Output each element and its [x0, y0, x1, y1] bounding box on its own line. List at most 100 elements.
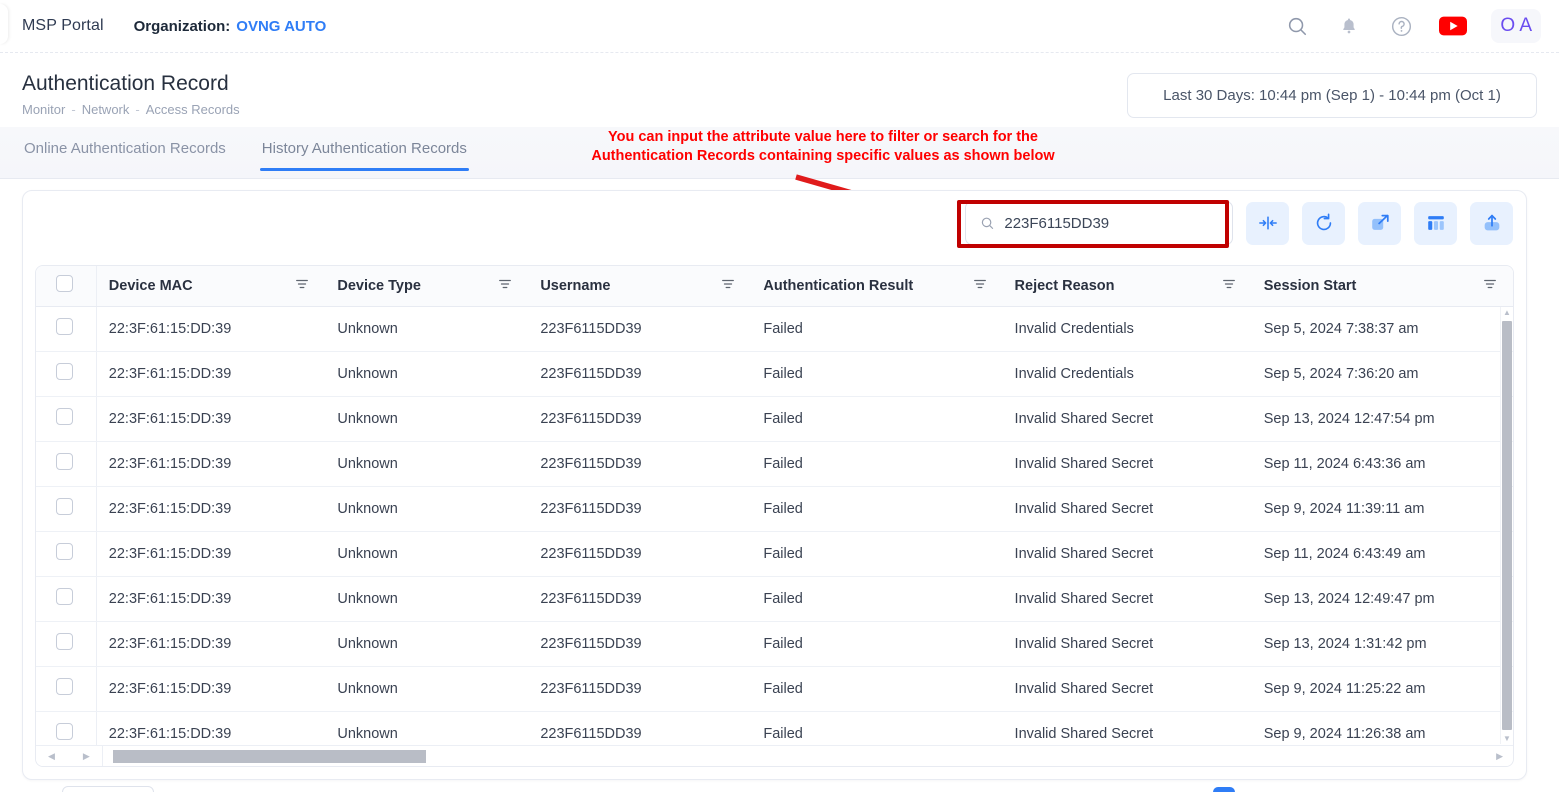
table-row[interactable]: 22:3F:61:15:DD:39Unknown223F6115DD39Fail… [36, 666, 1513, 711]
table-row[interactable]: 22:3F:61:15:DD:39Unknown223F6115DD39Fail… [36, 351, 1513, 396]
cell-session_start: Sep 13, 2024 1:31:42 pm [1252, 621, 1513, 666]
scroll-right-arrow-icon[interactable]: ▶ [83, 751, 90, 762]
export-button[interactable] [1470, 202, 1513, 245]
table-row[interactable]: 22:3F:61:15:DD:39Unknown223F6115DD39Fail… [36, 441, 1513, 486]
row-select-cell [36, 351, 96, 396]
table-row[interactable]: 22:3F:61:15:DD:39Unknown223F6115DD39Fail… [36, 576, 1513, 621]
table-row[interactable]: 22:3F:61:15:DD:39Unknown223F6115DD39Fail… [36, 396, 1513, 441]
search-icon[interactable] [1283, 12, 1311, 40]
breadcrumb-item-monitor[interactable]: Monitor [22, 102, 65, 117]
column-header-authentication-result[interactable]: Authentication Result [751, 266, 1002, 306]
column-label-username: Username [540, 278, 610, 294]
select-all-checkbox[interactable] [56, 275, 73, 292]
filter-icon[interactable] [295, 277, 309, 295]
cell-reject_reason: Invalid Shared Secret [1003, 621, 1252, 666]
filter-icon[interactable] [1222, 277, 1236, 295]
columns-icon [1425, 212, 1447, 234]
row-select-cell [36, 306, 96, 351]
horizontal-scroll-thumb[interactable] [113, 750, 426, 763]
cell-device_mac: 22:3F:61:15:DD:39 [96, 576, 325, 621]
organization-value[interactable]: OVNG AUTO [236, 18, 326, 35]
breadcrumb-separator: - [71, 102, 75, 117]
question-circle-icon[interactable] [1387, 12, 1415, 40]
row-checkbox[interactable] [56, 723, 73, 740]
cell-device_mac: 22:3F:61:15:DD:39 [96, 306, 325, 351]
pagination-current-page-peek[interactable] [1213, 787, 1235, 792]
cell-reject_reason: Invalid Shared Secret [1003, 396, 1252, 441]
column-header-username[interactable]: Username [528, 266, 751, 306]
column-header-session-start[interactable]: Session Start [1252, 266, 1513, 306]
row-checkbox[interactable] [56, 318, 73, 335]
scroll-up-arrow-icon[interactable]: ▲ [1502, 308, 1512, 317]
vertical-scroll-thumb[interactable] [1502, 321, 1512, 730]
cell-auth_result: Failed [751, 441, 1002, 486]
column-header-device-type[interactable]: Device Type [325, 266, 528, 306]
breadcrumb-item-network[interactable]: Network [82, 102, 130, 117]
scroll-end-arrow-icon[interactable]: ▶ [1496, 751, 1503, 762]
vertical-scrollbar[interactable]: ▲ ▼ [1500, 307, 1512, 744]
row-checkbox[interactable] [56, 588, 73, 605]
cell-device_type: Unknown [325, 666, 528, 711]
row-select-cell [36, 531, 96, 576]
table-row[interactable]: 22:3F:61:15:DD:39Unknown223F6115DD39Fail… [36, 621, 1513, 666]
table-row[interactable]: 22:3F:61:15:DD:39Unknown223F6115DD39Fail… [36, 486, 1513, 531]
cell-username: 223F6115DD39 [528, 666, 751, 711]
cell-device_type: Unknown [325, 396, 528, 441]
bell-icon[interactable] [1335, 12, 1363, 40]
search-box[interactable] [965, 201, 1233, 245]
cell-device_mac: 22:3F:61:15:DD:39 [96, 396, 325, 441]
row-checkbox[interactable] [56, 633, 73, 650]
cell-session_start: Sep 9, 2024 11:39:11 am [1252, 486, 1513, 531]
column-settings-button[interactable] [1414, 202, 1457, 245]
organization-label: Organization: [134, 18, 231, 35]
table-body: 22:3F:61:15:DD:39Unknown223F6115DD39Fail… [36, 306, 1513, 756]
refresh-button[interactable] [1302, 202, 1345, 245]
tab-online-authentication-records[interactable]: Online Authentication Records [22, 131, 228, 171]
filter-icon[interactable] [1483, 277, 1497, 295]
filter-icon[interactable] [498, 277, 512, 295]
top-bar-actions: O A [1283, 0, 1541, 52]
cell-auth_result: Failed [751, 666, 1002, 711]
bottom-control-peek[interactable] [62, 786, 154, 792]
row-checkbox[interactable] [56, 498, 73, 515]
horizontal-scrollbar[interactable]: ◀ ▶ ▶ [36, 745, 1513, 766]
cell-username: 223F6115DD39 [528, 396, 751, 441]
table-row[interactable]: 22:3F:61:15:DD:39Unknown223F6115DD39Fail… [36, 531, 1513, 576]
cell-username: 223F6115DD39 [528, 306, 751, 351]
cell-device_mac: 22:3F:61:15:DD:39 [96, 441, 325, 486]
avatar[interactable]: O A [1491, 9, 1541, 43]
fullscreen-button[interactable] [1358, 202, 1401, 245]
tab-history-authentication-records[interactable]: History Authentication Records [260, 131, 469, 171]
cell-device_mac: 22:3F:61:15:DD:39 [96, 351, 325, 396]
youtube-icon[interactable] [1439, 12, 1467, 40]
portal-name[interactable]: MSP Portal [22, 17, 104, 35]
organization-selector[interactable]: Organization: OVNG AUTO [134, 18, 327, 35]
column-header-device-mac[interactable]: Device MAC [96, 266, 325, 306]
column-header-reject-reason[interactable]: Reject Reason [1003, 266, 1252, 306]
cell-username: 223F6115DD39 [528, 576, 751, 621]
date-range-picker[interactable]: Last 30 Days: 10:44 pm (Sep 1) - 10:44 p… [1127, 73, 1537, 118]
records-table-container: Device MAC [35, 265, 1514, 767]
cell-username: 223F6115DD39 [528, 486, 751, 531]
row-checkbox[interactable] [56, 678, 73, 695]
row-select-cell [36, 441, 96, 486]
filter-icon[interactable] [721, 277, 735, 295]
avatar-initials: O A [1500, 15, 1532, 37]
search-input[interactable] [1004, 215, 1218, 232]
cell-auth_result: Failed [751, 576, 1002, 621]
column-label-device-mac: Device MAC [109, 278, 193, 294]
fit-columns-button[interactable] [1246, 202, 1289, 245]
row-checkbox[interactable] [56, 543, 73, 560]
table-row[interactable]: 22:3F:61:15:DD:39Unknown223F6115DD39Fail… [36, 306, 1513, 351]
horizontal-scroll-track[interactable] [103, 746, 1486, 766]
cell-session_start: Sep 11, 2024 6:43:36 am [1252, 441, 1513, 486]
scroll-left-arrow-icon[interactable]: ◀ [48, 751, 55, 762]
row-checkbox[interactable] [56, 408, 73, 425]
scroll-down-arrow-icon[interactable]: ▼ [1502, 734, 1512, 743]
row-select-cell [36, 486, 96, 531]
row-select-cell [36, 621, 96, 666]
row-checkbox[interactable] [56, 363, 73, 380]
filter-icon[interactable] [973, 277, 987, 295]
cell-reject_reason: Invalid Credentials [1003, 306, 1252, 351]
row-checkbox[interactable] [56, 453, 73, 470]
